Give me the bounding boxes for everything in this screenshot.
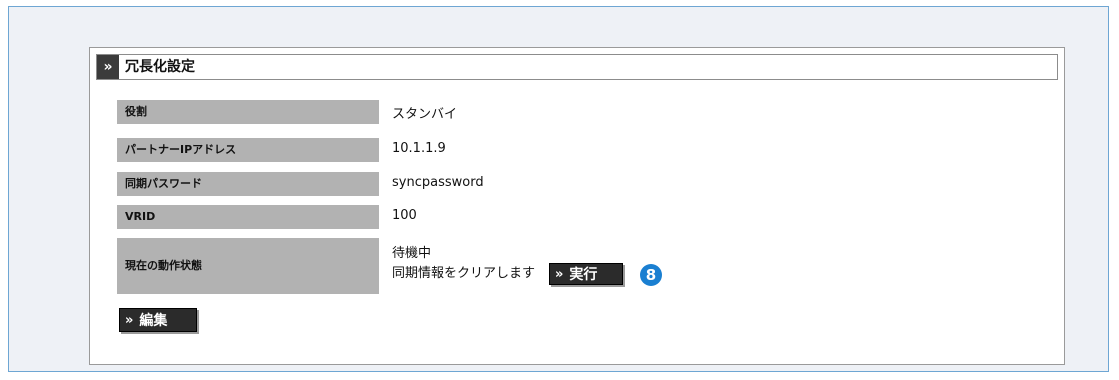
partner-ip-value: 10.1.1.9 xyxy=(392,141,446,156)
current-status-value: 待機中 xyxy=(392,246,432,261)
vrid-value: 100 xyxy=(392,208,417,223)
chevron-icon: » xyxy=(97,55,119,79)
role-value: スタンバイ xyxy=(392,107,458,122)
clear-sync-info-text: 同期情報をクリアします xyxy=(392,266,536,281)
step-badge: 8 xyxy=(640,264,662,286)
chevron-icon: » xyxy=(555,266,564,282)
execute-button[interactable]: » 実行 xyxy=(549,263,623,285)
role-label: 役割 xyxy=(117,100,379,124)
current-status-label: 現在の動作状態 xyxy=(117,238,379,294)
edit-button-label: 編集 xyxy=(139,313,168,329)
sync-password-value: syncpassword xyxy=(392,175,484,190)
edit-button[interactable]: » 編集 xyxy=(119,308,197,332)
chevron-icon: » xyxy=(125,312,134,328)
execute-button-label: 実行 xyxy=(569,267,598,283)
panel-header: » 冗長化設定 xyxy=(96,54,1058,80)
sync-password-label: 同期パスワード xyxy=(117,172,379,196)
panel-title: 冗長化設定 xyxy=(125,59,195,75)
partner-ip-label: パートナーIPアドレス xyxy=(117,138,379,162)
vrid-label: VRID xyxy=(117,205,379,229)
